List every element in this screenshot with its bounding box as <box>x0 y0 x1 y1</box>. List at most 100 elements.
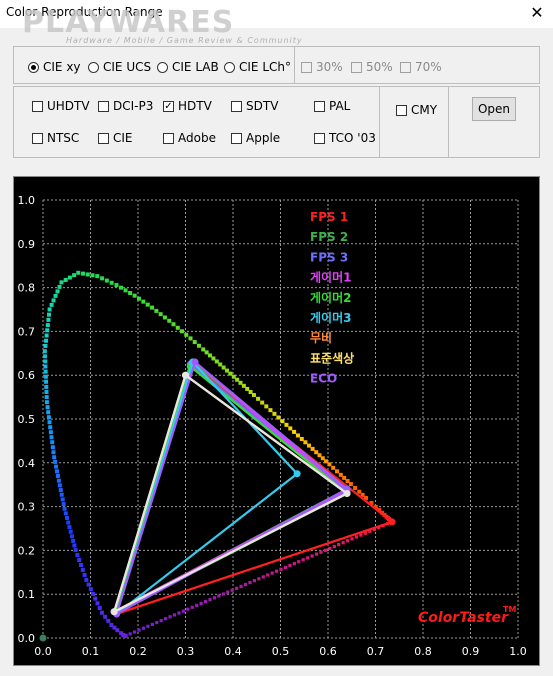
purple-line-point <box>292 562 296 566</box>
spectral-locus-point <box>292 429 297 434</box>
gamut-vertex <box>191 358 199 366</box>
spectral-locus-point <box>114 283 119 288</box>
purple-line-point <box>132 630 137 634</box>
spectral-locus-point <box>56 478 61 483</box>
spectral-locus-point <box>48 430 53 435</box>
spectral-locus-point <box>72 543 77 548</box>
spectral-locus-point <box>45 323 50 328</box>
purple-line-point <box>124 634 128 638</box>
spectral-locus-point <box>48 425 53 430</box>
spectral-locus-point <box>46 317 51 322</box>
spectral-locus-point <box>45 328 50 333</box>
purple-line-point <box>150 622 154 627</box>
spectral-locus-point <box>268 408 273 413</box>
spectral-locus-point <box>184 332 189 337</box>
purple-line-point <box>341 541 345 545</box>
spectral-locus-point <box>141 299 146 304</box>
spectral-locus-point <box>44 338 49 343</box>
spectral-locus-point <box>44 389 49 394</box>
purple-line-point <box>257 577 261 581</box>
spectral-locus-point <box>51 450 56 455</box>
spectral-locus-point <box>175 325 180 330</box>
y-tick-label: 0.4 <box>18 457 36 470</box>
spectral-locus-point <box>50 445 55 450</box>
spectral-locus-point <box>335 469 340 474</box>
spectral-locus-point <box>58 488 63 493</box>
colortaster-brand: ColorTaster <box>418 610 509 626</box>
spectral-locus-point <box>132 293 137 298</box>
spectral-locus-point <box>54 464 59 469</box>
spectral-locus-point <box>214 359 219 364</box>
purple-line-point <box>235 586 239 590</box>
spectral-locus-point <box>67 275 72 280</box>
gamut-vertex <box>343 489 351 497</box>
spectral-locus-point <box>44 395 49 400</box>
purple-line-point <box>314 552 319 556</box>
gamut-triangle <box>115 363 394 616</box>
purple-line-point <box>203 600 208 604</box>
spectral-locus-point <box>93 596 98 601</box>
purple-line-point <box>164 617 168 621</box>
spectral-locus-point <box>60 497 65 502</box>
spectral-locus-point <box>158 312 163 317</box>
purple-line-point <box>279 567 283 571</box>
purple-line-point <box>266 573 270 577</box>
spectral-locus-point <box>73 548 78 553</box>
spectral-locus-point <box>43 354 48 359</box>
legend-label: 무비 <box>310 330 332 345</box>
spectral-locus-point <box>288 426 293 431</box>
y-tick-label: 0.7 <box>18 325 36 338</box>
spectral-locus-point <box>88 587 93 592</box>
purple-line-point <box>190 605 194 609</box>
spectral-locus-point <box>331 465 336 470</box>
x-tick-label: 0.4 <box>224 645 242 658</box>
spectral-locus-point <box>119 631 124 636</box>
purple-line-point <box>221 592 225 596</box>
spectral-locus-point <box>54 469 59 474</box>
spectral-locus-point <box>154 308 159 313</box>
y-tick-label: 1.0 <box>18 194 36 207</box>
spectral-locus-point <box>167 318 172 323</box>
x-tick-label: 0.7 <box>367 645 385 658</box>
spectral-locus-point <box>44 379 49 384</box>
legend-label: 게이머3 <box>310 310 351 325</box>
legend-label: 표준색상 <box>310 350 354 365</box>
purple-line-point <box>199 601 203 606</box>
spectral-locus-point <box>136 296 141 301</box>
purple-line-point <box>230 588 234 592</box>
spectral-locus-point <box>51 298 56 303</box>
spectral-locus-point <box>180 329 185 334</box>
spectral-locus-point <box>150 305 155 310</box>
spectral-locus-point <box>43 369 48 374</box>
spectral-locus-point <box>69 534 74 539</box>
spectral-locus-point <box>72 273 77 278</box>
spectral-locus-point <box>57 483 62 488</box>
purple-line-point <box>310 554 314 558</box>
purple-line-point <box>319 550 323 554</box>
purple-line-point <box>332 544 336 549</box>
spectral-locus-point <box>81 271 86 276</box>
spectral-locus-point <box>348 482 353 487</box>
purple-line-point <box>297 560 301 564</box>
x-tick-label: 0.0 <box>34 645 52 658</box>
colortaster-tm: TM <box>503 605 516 614</box>
spectral-locus-point <box>43 364 48 369</box>
purple-line-point <box>208 598 212 602</box>
purple-line-point <box>270 571 274 575</box>
spectral-locus-point <box>106 618 111 623</box>
spectral-locus-point <box>171 322 176 327</box>
spectral-locus-point <box>109 280 114 285</box>
legend-label: 게이머2 <box>310 290 351 305</box>
legend-label: FPS 2 <box>310 230 348 244</box>
spectral-locus-point <box>280 419 285 424</box>
spectral-locus-point <box>284 422 289 427</box>
purple-line-point <box>226 590 230 594</box>
spectral-locus-point <box>63 277 68 282</box>
spectral-locus-point <box>57 284 62 289</box>
spectral-locus-point <box>90 273 95 278</box>
spectral-locus-point <box>59 280 64 285</box>
gamut-vertex <box>182 371 189 379</box>
spectral-locus-point <box>276 415 281 420</box>
spectral-locus-point <box>59 492 64 497</box>
spectral-locus-point <box>162 315 167 320</box>
